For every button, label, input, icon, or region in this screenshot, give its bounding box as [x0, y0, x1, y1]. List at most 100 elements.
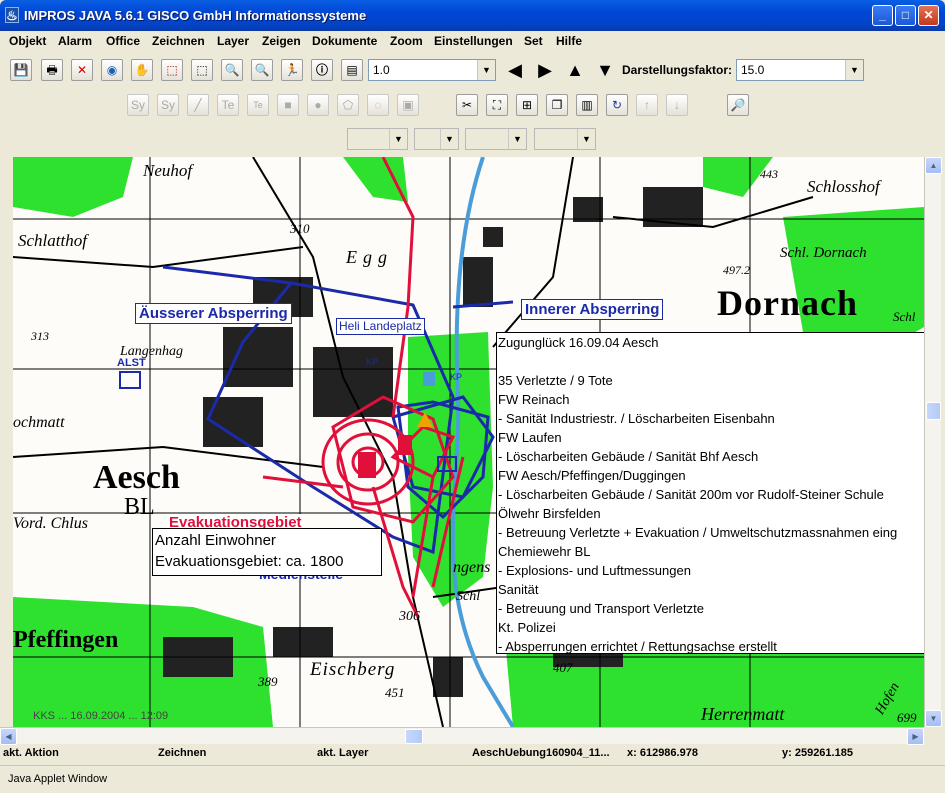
info-line: - Explosions- und Luftmessungen	[498, 563, 691, 578]
text-frame-icon[interactable]: Te	[247, 94, 269, 116]
freeform-icon[interactable]: ◌	[367, 94, 389, 116]
delete-icon[interactable]: ✕	[71, 59, 93, 81]
zoom-box-icon[interactable]: ⬚	[191, 59, 213, 81]
arrow-left-icon[interactable]: ◀	[504, 59, 526, 81]
arrow-right-icon[interactable]: ▶	[534, 59, 556, 81]
menu-einstellungen[interactable]: Einstellungen	[434, 34, 513, 48]
person-icon[interactable]: 🏃	[281, 59, 303, 81]
menu-set[interactable]: Set	[524, 34, 543, 48]
menu-zoom[interactable]: Zoom	[390, 34, 423, 48]
menu-objekt[interactable]: Objekt	[9, 34, 46, 48]
info-line: Zugunglück 16.09.04 Aesch	[498, 335, 659, 350]
zoom-in-icon[interactable]: 🔍	[221, 59, 243, 81]
menu-alarm[interactable]: Alarm	[58, 34, 92, 48]
heli-landeplatz-label[interactable]: Heli Landeplatz	[336, 318, 425, 335]
status-akt-layer: akt. Layer	[317, 747, 369, 759]
minimize-button[interactable]: _	[872, 5, 893, 26]
copy-icon[interactable]: ❐	[546, 94, 568, 116]
chevron-down-icon: ▼	[389, 129, 407, 149]
horizontal-scroll-thumb[interactable]	[405, 729, 423, 744]
aeusserer-absperring-label[interactable]: Äusserer Absperring	[135, 303, 292, 324]
darstellungsfaktor-combo[interactable]: 15.0 ▼	[736, 59, 864, 81]
print-icon[interactable]: 🖶	[41, 59, 63, 81]
horizontal-scrollbar[interactable]: ◀ ▶	[0, 727, 924, 745]
pan-hand-icon[interactable]: ✋	[131, 59, 153, 81]
place-schlatthof: Schlatthof	[18, 231, 87, 250]
place-schl-south: Schl	[456, 589, 481, 604]
group-icon[interactable]: ⊞	[516, 94, 538, 116]
text-icon[interactable]: Te	[217, 94, 239, 116]
style-combo-3[interactable]: ▼	[465, 128, 527, 150]
height-451: 451	[385, 685, 405, 700]
scroll-right-icon[interactable]: ▶	[907, 728, 924, 745]
close-button[interactable]: ✕	[918, 5, 939, 26]
style-combo-1[interactable]: ▼	[347, 128, 408, 150]
rectangle-icon[interactable]: ■	[277, 94, 299, 116]
toolbar-style: ▼ ▼ ▼ ▼	[0, 123, 945, 153]
menu-office[interactable]: Office	[106, 34, 140, 48]
zoom-out-icon[interactable]: 🔍	[251, 59, 273, 81]
polygon-icon[interactable]: ⬠	[337, 94, 359, 116]
innerer-absperring-label[interactable]: Innerer Absperring	[521, 299, 664, 320]
height-443: 443	[760, 167, 778, 181]
move-down-icon[interactable]: ↓	[666, 94, 688, 116]
layer-icon[interactable]: ▤	[341, 59, 363, 81]
rotate-icon[interactable]: ↻	[606, 94, 628, 116]
scale-value: 1.0	[373, 63, 390, 77]
menu-hilfe[interactable]: Hilfe	[556, 34, 582, 48]
globe-icon[interactable]: ◉	[101, 59, 123, 81]
chevron-down-icon: ▼	[508, 129, 526, 149]
pool	[423, 372, 435, 386]
symbol-icon[interactable]: Sy	[127, 94, 149, 116]
info-line: - Sanität Industriestr. / Löscharbeiten …	[498, 411, 775, 426]
toolbar-main: 💾 🖶 ✕ ◉ ✋ ⬚ ⬚ 🔍 🔍 🏃 ⓘ ▤ 1.0 ▼ ◀ ▶ ▲ ▼ Da…	[0, 53, 945, 87]
scroll-left-icon[interactable]: ◀	[0, 728, 17, 745]
maximize-button[interactable]: □	[895, 5, 916, 26]
cut-icon[interactable]: ✂	[456, 94, 478, 116]
map-footer-note: KKS ... 16.09.2004 ... 12:09	[33, 710, 169, 722]
place-eischberg: Eischberg	[310, 659, 396, 680]
style-combo-4[interactable]: ▼	[534, 128, 596, 150]
scroll-down-icon[interactable]: ▼	[925, 710, 942, 727]
menu-zeichnen[interactable]: Zeichnen	[152, 34, 205, 48]
incident-info-panel[interactable]: Zugunglück 16.09.04 Aesch 35 Verletzte /…	[496, 332, 924, 654]
symbol-alt-icon[interactable]: Sy	[157, 94, 179, 116]
scale-combo[interactable]: 1.0 ▼	[368, 59, 496, 81]
menu-zeigen[interactable]: Zeigen	[262, 34, 301, 48]
info-line: - Betreuung und Transport Verletzte	[498, 601, 704, 616]
circle-icon[interactable]: ●	[307, 94, 329, 116]
map-canvas[interactable]: Neuhof Schlatthof Egg 310 313 Langenhag …	[13, 157, 924, 727]
move-up-icon[interactable]: ↑	[636, 94, 658, 116]
search-map-icon[interactable]: 🔎	[727, 94, 749, 116]
einwohner-box[interactable]: Anzahl Einwohner Evakuationsgebiet: ca. …	[152, 528, 382, 576]
kp-label-2: KP	[450, 372, 463, 382]
info-line: - Betreuung Verletzte + Evakuation / Umw…	[498, 525, 898, 540]
place-egg: Egg	[346, 247, 393, 267]
arrow-up-icon[interactable]: ▲	[564, 59, 586, 81]
save-icon[interactable]: 💾	[10, 59, 32, 81]
arrow-down-icon[interactable]: ▼	[594, 59, 616, 81]
info-line: - Absperrungen errichtet / Rettungsachse…	[498, 639, 777, 654]
image-icon[interactable]: ▣	[397, 94, 419, 116]
line-icon[interactable]: ╱	[187, 94, 209, 116]
paste-icon[interactable]: ▥	[576, 94, 598, 116]
vertical-scroll-thumb[interactable]	[926, 402, 941, 420]
style-combo-2[interactable]: ▼	[414, 128, 459, 150]
kp-label: KP	[366, 357, 379, 367]
vertical-scrollbar[interactable]: ▲ ▼	[924, 157, 942, 727]
select-icon[interactable]: ⬚	[161, 59, 183, 81]
height-313: 313	[31, 329, 49, 343]
chevron-down-icon: ▼	[845, 60, 863, 80]
place-ochmatt: ochmatt	[13, 414, 65, 431]
info-line: Kt. Polizei	[498, 620, 556, 635]
menu-layer[interactable]: Layer	[217, 34, 249, 48]
place-dornach: Dornach	[717, 283, 858, 323]
status-x-coordinate: x: 612986.978	[627, 747, 698, 759]
select-frame-icon[interactable]: ⛶	[486, 94, 508, 116]
menu-dokumente[interactable]: Dokumente	[312, 34, 377, 48]
place-bl: BL	[124, 494, 155, 520]
info-icon[interactable]: ⓘ	[311, 59, 333, 81]
place-schlosshof: Schlosshof	[807, 177, 880, 196]
scroll-up-icon[interactable]: ▲	[925, 157, 942, 174]
title-bar[interactable]: ♨ IMPROS JAVA 5.6.1 GISCO GmbH Informati…	[0, 0, 945, 31]
